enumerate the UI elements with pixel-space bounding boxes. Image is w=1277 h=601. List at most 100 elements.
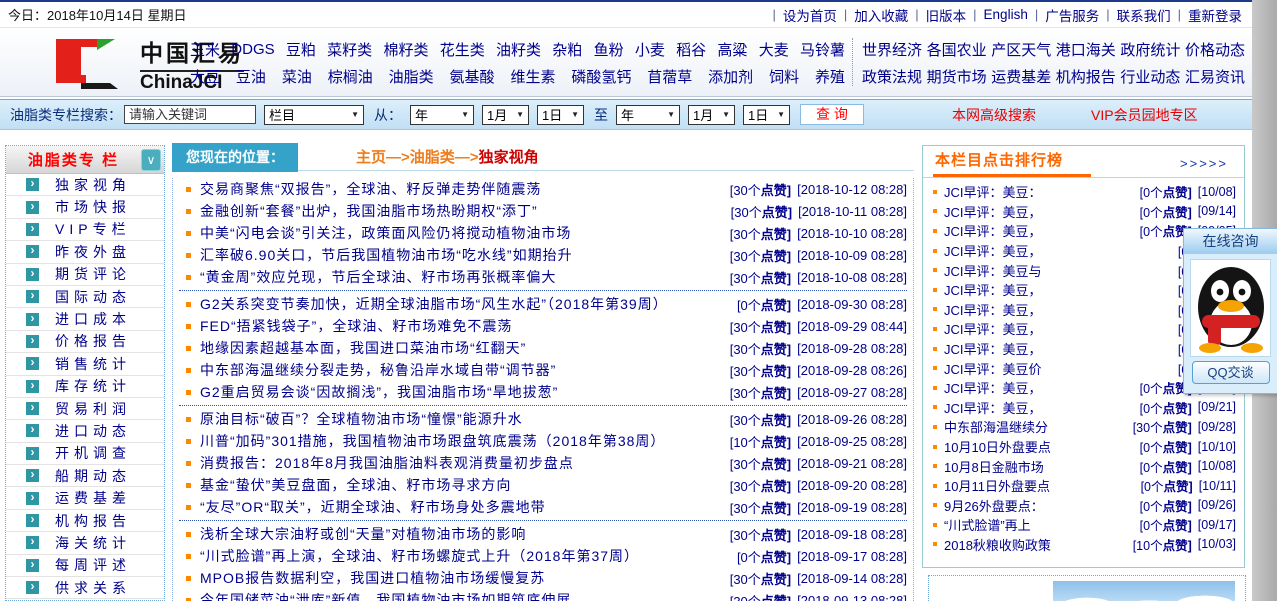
sidebar-item[interactable]: › 机构报告 — [6, 510, 164, 532]
sidebar-item[interactable]: › 船期动态 — [6, 465, 164, 487]
ranking-link[interactable]: JCI早评：美豆， — [944, 280, 1178, 299]
nav-link[interactable]: 苜蓿草 — [647, 66, 692, 87]
chevron-down-icon[interactable]: ∨ — [141, 149, 161, 171]
sidebar-item[interactable]: › 昨夜外盘 — [6, 241, 164, 263]
sidebar-item[interactable]: › 贸易利润 — [6, 398, 164, 420]
nav-link[interactable]: 花生类 — [440, 39, 485, 60]
article-link[interactable]: FED“捂紧钱袋子”，全球油、籽市场难免不震荡 — [200, 316, 722, 336]
article-link[interactable]: 地缘因素超越基本面，我国进口菜油市场“红翻天” — [200, 338, 722, 358]
nav-link[interactable]: 马铃薯 — [800, 39, 845, 60]
ranking-link[interactable]: “川式脸谱”再上 — [944, 515, 1140, 534]
nav-link[interactable]: 稻谷 — [676, 39, 706, 60]
advanced-search-link[interactable]: 本网高级搜索 — [952, 105, 1036, 125]
search-input[interactable] — [124, 105, 256, 124]
ranking-link[interactable]: JCI早评：美豆： — [944, 182, 1140, 201]
nav-link[interactable]: 政府统计 — [1120, 39, 1180, 60]
sidebar-item[interactable]: › 价格报告 — [6, 331, 164, 353]
ranking-link[interactable]: JCI早评：美豆与 — [944, 261, 1178, 280]
article-link[interactable]: 中东部海温继续分裂走势，秘鲁沿岸水域自带“调节器” — [200, 360, 722, 380]
article-link[interactable]: 川普“加码”301措施，我国植物油市场跟盘筑底震荡（2018年第38周） — [200, 431, 722, 451]
ranking-link[interactable]: JCI早评：美豆， — [944, 241, 1178, 260]
nav-link[interactable]: 产区天气 — [991, 39, 1051, 60]
nav-link[interactable]: 机构报告 — [1056, 66, 1116, 87]
article-link[interactable]: 消费报告：2018年8月我国油脂油料表观消费量初步盘点 — [200, 453, 722, 473]
breadcrumb-category-link[interactable]: 油脂类 — [410, 149, 455, 166]
ranking-link[interactable]: JCI早评：美豆， — [944, 378, 1140, 397]
nav-link[interactable]: 各国农业 — [927, 39, 987, 60]
nav-link[interactable]: 豆粕 — [286, 39, 316, 60]
sidebar-item[interactable]: › 期货评论 — [6, 264, 164, 286]
topbar-link[interactable]: 旧版本 — [926, 5, 967, 25]
nav-link[interactable]: 鱼粉 — [594, 39, 624, 60]
topbar-link[interactable]: 加入收藏 — [854, 5, 908, 25]
nav-link[interactable]: 行业动态 — [1120, 66, 1180, 87]
sidebar-item[interactable]: › 海关统计 — [6, 532, 164, 554]
sidebar-item[interactable]: › 库存统计 — [6, 376, 164, 398]
ranking-link[interactable]: JCI早评：美豆， — [944, 221, 1140, 240]
ranking-link[interactable]: 10月8日金融市场 — [944, 457, 1140, 476]
nav-link[interactable]: 棉籽类 — [383, 39, 428, 60]
article-link[interactable]: MPOB报告数据利空，我国进口植物油市场缓慢复苏 — [200, 568, 722, 588]
sidebar-item[interactable]: › 独家视角 — [6, 174, 164, 196]
sidebar-item[interactable]: › 运费基差 — [6, 487, 164, 509]
from-month-select[interactable]: 1月 ▼ — [482, 105, 529, 125]
nav-link[interactable]: 氨基酸 — [450, 66, 495, 87]
from-year-select[interactable]: 年 ▼ — [410, 105, 474, 125]
nav-link[interactable]: 期货市场 — [927, 66, 987, 87]
ranking-link[interactable]: JCI早评：美豆， — [944, 319, 1178, 338]
nav-link[interactable]: 价格动态 — [1185, 39, 1245, 60]
ranking-link[interactable]: JCI早评：美豆， — [944, 202, 1140, 221]
ranking-link[interactable]: JCI早评：美豆， — [944, 339, 1178, 358]
nav-link[interactable]: 大豆 — [190, 66, 220, 87]
nav-link[interactable]: 政策法规 — [862, 66, 922, 87]
to-year-select[interactable]: 年 ▼ — [616, 105, 680, 125]
to-month-select[interactable]: 1月 ▼ — [688, 105, 735, 125]
sidebar-item[interactable]: › 国际动态 — [6, 286, 164, 308]
ad-banner-image[interactable] — [1053, 581, 1235, 601]
article-link[interactable]: 中美“闪电会谈”引关注，政策面风险仍将搅动植物油市场 — [200, 223, 722, 243]
ranking-link[interactable]: 9月26外盘要点： — [944, 496, 1140, 515]
sidebar-item[interactable]: › 供求关系 — [6, 577, 164, 599]
article-link[interactable]: 金融创新“套餐”出炉，我国油脂市场热盼期权“添丁” — [200, 201, 723, 221]
nav-link[interactable]: 杂粕 — [552, 39, 582, 60]
from-day-select[interactable]: 1日 ▼ — [537, 105, 584, 125]
nav-link[interactable]: 高粱 — [717, 39, 747, 60]
article-link[interactable]: G2关系突变节奏加快，近期全球油脂市场“风生水起”（2018年第39周） — [200, 294, 729, 314]
article-link[interactable]: 基金“蛰伏”美豆盘面，全球油、籽市场寻求方向 — [200, 475, 722, 495]
nav-link[interactable]: 玉米 — [190, 39, 220, 60]
article-link[interactable]: “友尽”OR“取关”，近期全球油、籽市场身处多震地带 — [200, 497, 722, 517]
ranking-link[interactable]: JCI早评：美豆， — [944, 398, 1140, 417]
ranking-more-link[interactable]: >>>>> — [1180, 156, 1228, 177]
ranking-link[interactable]: 2018秋粮收购政策 — [944, 535, 1133, 554]
sidebar-item[interactable]: › VIP专栏 — [6, 219, 164, 241]
nav-link[interactable]: 港口海关 — [1056, 39, 1116, 60]
nav-link[interactable]: 豆油 — [236, 66, 266, 87]
nav-link[interactable]: 油脂类 — [389, 66, 434, 87]
column-select[interactable]: 栏目 ▼ — [264, 105, 364, 125]
ranking-link[interactable]: JCI早评：美豆价 — [944, 359, 1178, 378]
article-link[interactable]: 原油目标“破百”？全球植物油市场“憧憬”能源升水 — [200, 409, 722, 429]
article-link[interactable]: 汇率破6.90关口，节后我国植物油市场“吃水线”如期抬升 — [200, 245, 722, 265]
article-link[interactable]: 交易商聚焦“双报告”，全球油、籽反弹走势伴随震荡 — [200, 179, 722, 199]
nav-link[interactable]: DDGS — [231, 41, 274, 58]
ranking-link[interactable]: 10月10日外盘要点 — [944, 437, 1140, 456]
nav-link[interactable]: 大麦 — [759, 39, 789, 60]
nav-link[interactable]: 磷酸氢钙 — [571, 66, 631, 87]
sidebar-item[interactable]: › 开机调查 — [6, 443, 164, 465]
article-link[interactable]: 今年国储菜油“泄库”新值，我国植物油市场如期筑底伸展 — [200, 590, 722, 601]
nav-link[interactable]: 饲料 — [769, 66, 799, 87]
sidebar-item[interactable]: › 销售统计 — [6, 353, 164, 375]
topbar-link[interactable]: 设为首页 — [783, 5, 837, 25]
sidebar-item[interactable]: › 进口动态 — [6, 420, 164, 442]
ranking-link[interactable]: 10月11日外盘要点 — [944, 476, 1141, 495]
nav-link[interactable]: 菜籽类 — [327, 39, 372, 60]
sidebar-item[interactable]: › 每周评述 — [6, 555, 164, 577]
nav-link[interactable]: 油籽类 — [496, 39, 541, 60]
article-link[interactable]: “黄金周”效应兑现，节后全球油、籽市场再张概率偏大 — [200, 267, 722, 287]
sidebar-item[interactable]: › 市场快报 — [6, 196, 164, 218]
to-day-select[interactable]: 1日 ▼ — [743, 105, 790, 125]
nav-link[interactable]: 菜油 — [282, 66, 312, 87]
nav-link[interactable]: 棕榈油 — [328, 66, 373, 87]
topbar-link[interactable]: 重新登录 — [1188, 5, 1242, 25]
topbar-link[interactable]: 联系我们 — [1117, 5, 1171, 25]
